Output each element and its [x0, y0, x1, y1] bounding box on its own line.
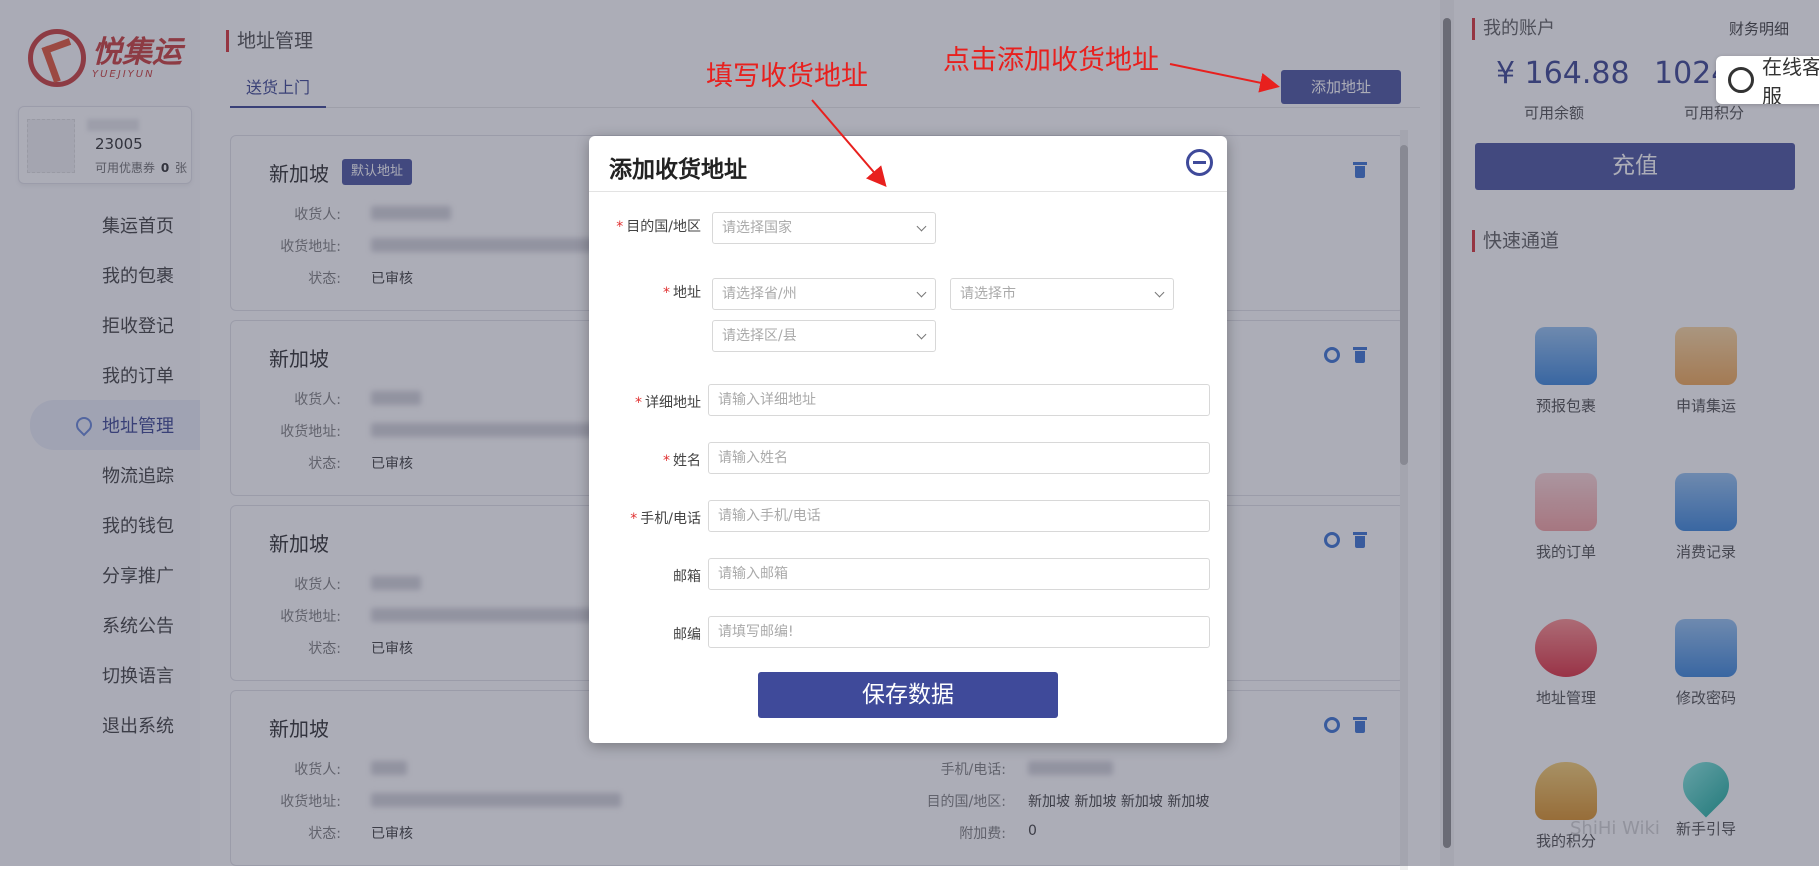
annotation-click-add: 点击添加收货地址 [943, 45, 1159, 76]
email-input[interactable] [708, 558, 1210, 590]
phone-field-label: * 手机/电话 [630, 511, 701, 527]
country-select[interactable]: 请选择国家 [712, 212, 936, 244]
online-chat-button[interactable]: 在线客服 [1716, 56, 1819, 104]
district-select[interactable]: 请选择区/县 [712, 320, 936, 352]
close-icon[interactable] [1186, 149, 1213, 176]
modal-divider [589, 191, 1227, 192]
address-field-label: * 地址 [663, 285, 701, 301]
detail-address-input[interactable] [708, 384, 1210, 416]
chevron-down-icon [916, 221, 927, 232]
chevron-down-icon [1154, 287, 1165, 298]
name-field-label: * 姓名 [663, 453, 701, 469]
detail-field-label: * 详细地址 [635, 395, 701, 411]
chevron-down-icon [916, 329, 927, 340]
modal-title: 添加收货地址 [609, 157, 747, 183]
annotation-fill-address: 填写收货地址 [706, 61, 868, 92]
name-input[interactable] [708, 442, 1210, 474]
add-address-modal: 添加收货地址 * 目的国/地区 请选择国家 * 地址 请选择省/州 请选择市 请选择… [589, 136, 1227, 743]
zip-field-label: 邮编 [673, 627, 701, 643]
city-select[interactable]: 请选择市 [950, 278, 1174, 310]
save-button[interactable]: 保存数据 [758, 672, 1058, 718]
headset-icon [1728, 67, 1754, 93]
country-field-label: * 目的国/地区 [616, 219, 701, 235]
province-select[interactable]: 请选择省/州 [712, 278, 936, 310]
email-field-label: 邮箱 [673, 569, 701, 585]
phone-input[interactable] [708, 500, 1210, 532]
chevron-down-icon [916, 287, 927, 298]
zip-input[interactable] [708, 616, 1210, 648]
